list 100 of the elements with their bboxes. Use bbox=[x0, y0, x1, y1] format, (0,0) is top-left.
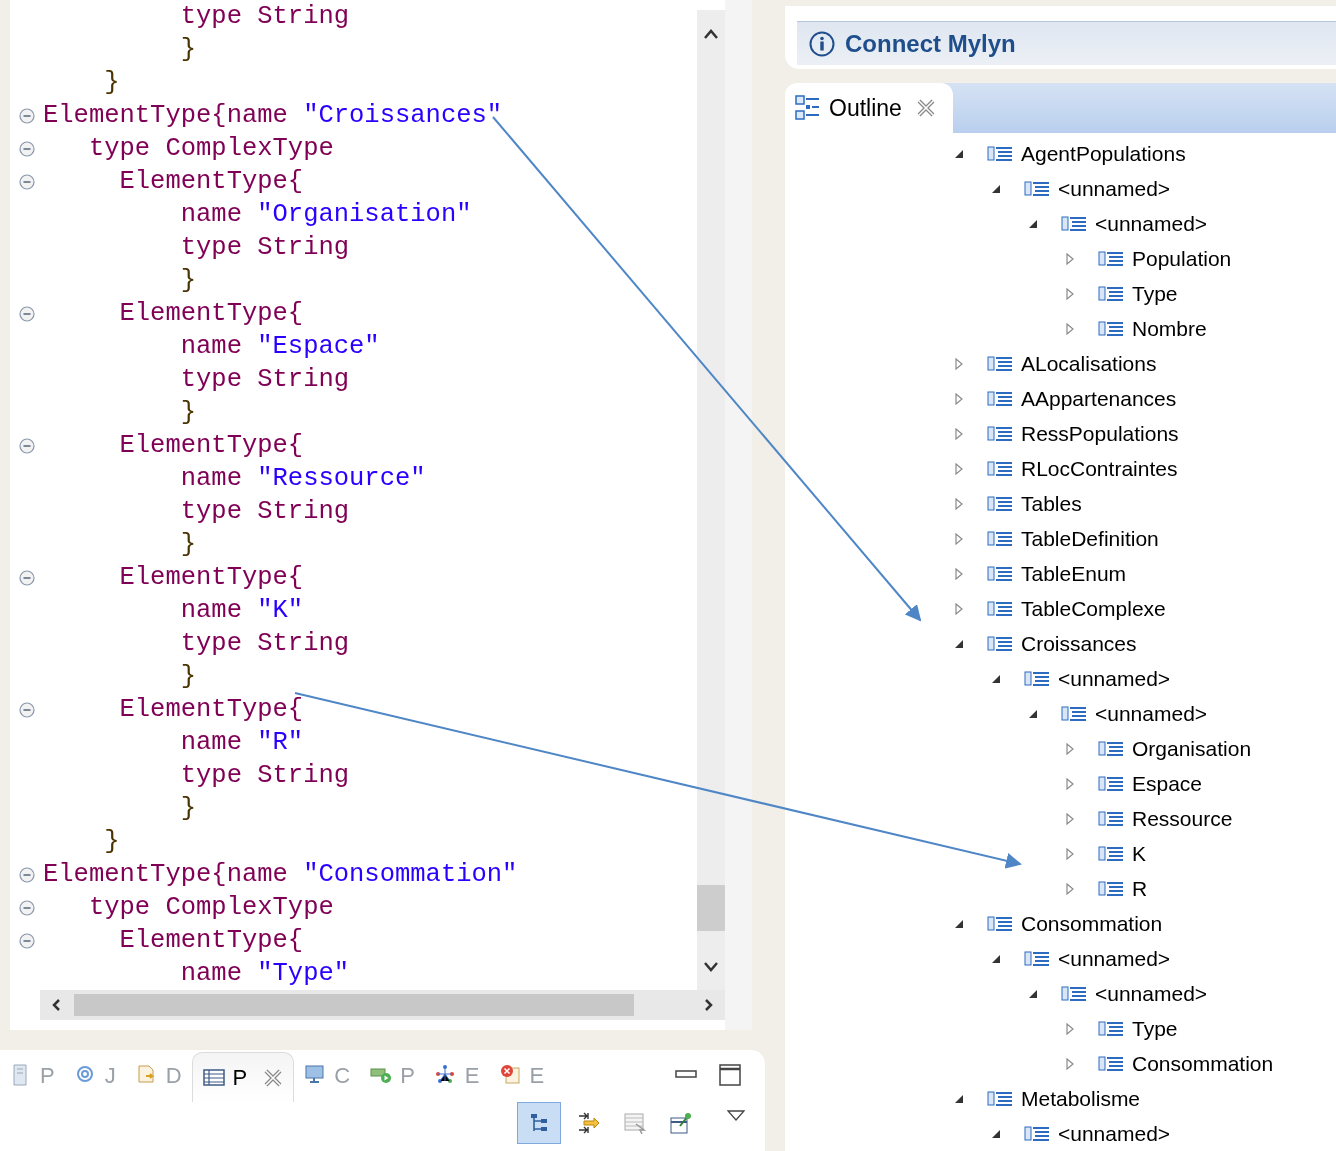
close-icon[interactable] bbox=[915, 98, 936, 118]
collapsed-toggle-icon[interactable] bbox=[1064, 847, 1076, 860]
tree-item-label[interactable]: Consommation bbox=[1021, 907, 1163, 940]
tree-item-label[interactable]: K bbox=[1132, 837, 1146, 870]
info-icon bbox=[809, 30, 835, 57]
list-element-icon bbox=[1024, 668, 1050, 689]
hierarchy-icon bbox=[528, 1111, 550, 1134]
fold-icon[interactable] bbox=[18, 107, 35, 124]
collapsed-toggle-icon[interactable] bbox=[1064, 1057, 1076, 1070]
tree-item-label[interactable]: <unnamed> bbox=[1058, 1117, 1171, 1150]
code-line: type String bbox=[179, 364, 350, 396]
collapsed-toggle-icon[interactable] bbox=[1064, 322, 1076, 335]
tree-item-label[interactable]: R bbox=[1132, 872, 1148, 905]
fold-icon[interactable] bbox=[18, 569, 35, 586]
horizontal-scrollbar[interactable] bbox=[40, 990, 725, 1020]
collapsed-toggle-icon[interactable] bbox=[953, 532, 965, 545]
code-line: type String bbox=[179, 496, 350, 528]
code-line: ElementType{name "Croissances" bbox=[43, 100, 503, 132]
tree-item-label[interactable]: <unnamed> bbox=[1058, 942, 1171, 975]
tree-item-label[interactable]: Consommation bbox=[1132, 1047, 1274, 1080]
list-element-icon bbox=[1024, 1123, 1050, 1144]
fold-icon[interactable] bbox=[18, 932, 35, 949]
tree-item-label[interactable]: Nombre bbox=[1132, 312, 1207, 345]
view-menu-icon[interactable] bbox=[727, 1109, 745, 1122]
tree-item-label[interactable]: <unnamed> bbox=[1095, 207, 1208, 240]
tree-item-label[interactable]: Type bbox=[1132, 1012, 1178, 1045]
code-line: name "R" bbox=[179, 727, 304, 759]
tree-item-label[interactable]: Espace bbox=[1132, 767, 1203, 800]
tree-item-label[interactable]: <unnamed> bbox=[1095, 977, 1208, 1010]
list-element-icon bbox=[1098, 738, 1124, 759]
scrollbar-thumb[interactable] bbox=[697, 885, 725, 931]
code-line: ElementType{ bbox=[118, 430, 304, 462]
tree-item-label[interactable]: Population bbox=[1132, 242, 1232, 275]
tree-item-label[interactable]: RLocContraintes bbox=[1021, 452, 1178, 485]
code-line: } bbox=[179, 793, 197, 825]
collapsed-toggle-icon[interactable] bbox=[953, 462, 965, 475]
fold-icon[interactable] bbox=[18, 173, 35, 190]
view-tab[interactable]: P bbox=[191, 1052, 295, 1102]
collapsed-toggle-icon[interactable] bbox=[1064, 777, 1076, 790]
collapsed-toggle-icon[interactable] bbox=[953, 497, 965, 510]
code-line: ElementType{ bbox=[118, 562, 304, 594]
vertical-scrollbar[interactable] bbox=[697, 10, 725, 990]
close-icon[interactable] bbox=[263, 1067, 284, 1088]
tree-item-label[interactable]: Organisation bbox=[1132, 732, 1252, 765]
connect-mylyn-banner[interactable]: Connect Mylyn bbox=[797, 21, 1336, 65]
tree-item-label[interactable]: Tables bbox=[1021, 487, 1082, 520]
list-element-icon bbox=[987, 493, 1013, 514]
tree-item-label[interactable]: AAppartenances bbox=[1021, 382, 1177, 415]
collapsed-toggle-icon[interactable] bbox=[953, 427, 965, 440]
code-line: name "Type" bbox=[179, 958, 350, 990]
fold-icon[interactable] bbox=[18, 701, 35, 718]
outline-tab[interactable]: Outline bbox=[785, 83, 953, 133]
tree-item-label[interactable]: TableDefinition bbox=[1021, 522, 1159, 555]
collapsed-toggle-icon[interactable] bbox=[1064, 1022, 1076, 1035]
tree-item-label[interactable]: AgentPopulations bbox=[1021, 137, 1186, 170]
connect-mylyn-title: Connect Mylyn bbox=[845, 28, 1016, 59]
code-line: type ComplexType bbox=[87, 892, 334, 924]
collapsed-toggle-icon[interactable] bbox=[1064, 252, 1076, 265]
fold-icon[interactable] bbox=[18, 437, 35, 454]
list-element-icon bbox=[987, 1088, 1013, 1109]
list-element-icon bbox=[1098, 843, 1124, 864]
list-element-icon bbox=[1098, 1018, 1124, 1039]
minimize-icon[interactable] bbox=[675, 1070, 697, 1080]
collapsed-toggle-icon[interactable] bbox=[1064, 812, 1076, 825]
collapsed-toggle-icon[interactable] bbox=[953, 602, 965, 615]
tree-item-label[interactable]: RessPopulations bbox=[1021, 417, 1179, 450]
fold-icon[interactable] bbox=[18, 140, 35, 157]
collapsed-toggle-icon[interactable] bbox=[953, 567, 965, 580]
tree-item-label[interactable]: TableEnum bbox=[1021, 557, 1127, 590]
tree-item-label[interactable]: Metabolisme bbox=[1021, 1082, 1141, 1115]
fold-icon[interactable] bbox=[18, 305, 35, 322]
list-element-icon bbox=[1098, 773, 1124, 794]
list-element-icon bbox=[1098, 318, 1124, 339]
collapsed-toggle-icon[interactable] bbox=[1064, 742, 1076, 755]
tree-item-label[interactable]: Croissances bbox=[1021, 627, 1137, 660]
code-line: } bbox=[179, 265, 197, 297]
collapsed-toggle-icon[interactable] bbox=[1064, 287, 1076, 300]
collapsed-toggle-icon[interactable] bbox=[953, 357, 965, 370]
toolbar-button[interactable] bbox=[517, 1101, 561, 1144]
collapsed-toggle-icon[interactable] bbox=[1064, 882, 1076, 895]
tree-item-label[interactable]: <unnamed> bbox=[1058, 172, 1171, 205]
tree-item-label[interactable]: ALocalisations bbox=[1021, 347, 1157, 380]
scrollbar-thumb[interactable] bbox=[74, 994, 634, 1016]
code-line: } bbox=[103, 826, 120, 858]
tree-item-label[interactable]: TableComplexe bbox=[1021, 592, 1166, 625]
tree-item-label[interactable]: <unnamed> bbox=[1095, 697, 1208, 730]
maximize-icon[interactable] bbox=[719, 1064, 741, 1086]
tree-item-label[interactable]: Type bbox=[1132, 277, 1178, 310]
code-line: name "Espace" bbox=[179, 331, 380, 363]
fold-icon[interactable] bbox=[18, 866, 35, 883]
code-line: ElementType{ bbox=[118, 925, 304, 957]
list-element-icon bbox=[1098, 878, 1124, 899]
tree-item-label[interactable]: <unnamed> bbox=[1058, 662, 1171, 695]
list-element-icon bbox=[987, 598, 1013, 619]
list-element-icon bbox=[987, 528, 1013, 549]
fold-icon[interactable] bbox=[18, 899, 35, 916]
list-element-icon bbox=[1098, 283, 1124, 304]
tree-item-label[interactable]: Ressource bbox=[1132, 802, 1233, 835]
code-line: } bbox=[179, 661, 197, 693]
collapsed-toggle-icon[interactable] bbox=[953, 392, 965, 405]
